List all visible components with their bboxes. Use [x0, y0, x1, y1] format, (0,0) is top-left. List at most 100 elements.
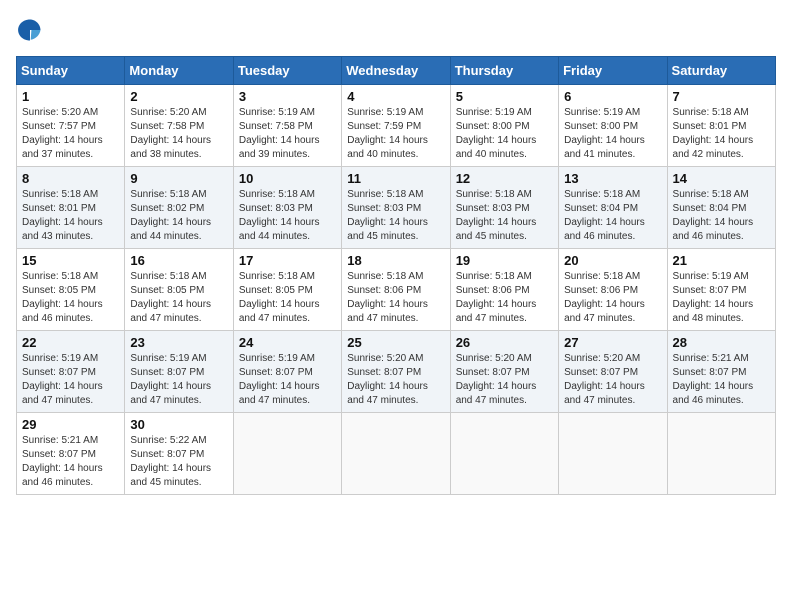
calendar-cell: 15 Sunrise: 5:18 AMSunset: 8:05 PMDaylig…	[17, 249, 125, 331]
calendar-cell: 18 Sunrise: 5:18 AMSunset: 8:06 PMDaylig…	[342, 249, 450, 331]
calendar-cell	[559, 413, 667, 495]
calendar-cell	[450, 413, 558, 495]
day-number: 12	[456, 171, 553, 186]
calendar-cell: 24 Sunrise: 5:19 AMSunset: 8:07 PMDaylig…	[233, 331, 341, 413]
day-number: 30	[130, 417, 227, 432]
day-number: 19	[456, 253, 553, 268]
calendar-cell: 9 Sunrise: 5:18 AMSunset: 8:02 PMDayligh…	[125, 167, 233, 249]
day-number: 10	[239, 171, 336, 186]
day-number: 28	[673, 335, 770, 350]
day-info: Sunrise: 5:22 AMSunset: 8:07 PMDaylight:…	[130, 434, 227, 490]
calendar-cell: 30 Sunrise: 5:22 AMSunset: 8:07 PMDaylig…	[125, 413, 233, 495]
day-info: Sunrise: 5:18 AMSunset: 8:03 PMDaylight:…	[347, 188, 444, 244]
calendar-cell: 19 Sunrise: 5:18 AMSunset: 8:06 PMDaylig…	[450, 249, 558, 331]
day-info: Sunrise: 5:19 AMSunset: 8:07 PMDaylight:…	[130, 352, 227, 408]
day-info: Sunrise: 5:18 AMSunset: 8:06 PMDaylight:…	[564, 270, 661, 326]
calendar-cell: 17 Sunrise: 5:18 AMSunset: 8:05 PMDaylig…	[233, 249, 341, 331]
day-number: 25	[347, 335, 444, 350]
week-row-1: 1 Sunrise: 5:20 AMSunset: 7:57 PMDayligh…	[17, 85, 776, 167]
calendar-cell: 11 Sunrise: 5:18 AMSunset: 8:03 PMDaylig…	[342, 167, 450, 249]
day-info: Sunrise: 5:18 AMSunset: 8:01 PMDaylight:…	[22, 188, 119, 244]
day-number: 11	[347, 171, 444, 186]
day-info: Sunrise: 5:21 AMSunset: 8:07 PMDaylight:…	[673, 352, 770, 408]
calendar-cell: 8 Sunrise: 5:18 AMSunset: 8:01 PMDayligh…	[17, 167, 125, 249]
day-info: Sunrise: 5:20 AMSunset: 7:58 PMDaylight:…	[130, 106, 227, 162]
day-info: Sunrise: 5:20 AMSunset: 8:07 PMDaylight:…	[564, 352, 661, 408]
day-info: Sunrise: 5:20 AMSunset: 8:07 PMDaylight:…	[347, 352, 444, 408]
day-number: 8	[22, 171, 119, 186]
day-number: 22	[22, 335, 119, 350]
calendar-cell: 1 Sunrise: 5:20 AMSunset: 7:57 PMDayligh…	[17, 85, 125, 167]
week-row-5: 29 Sunrise: 5:21 AMSunset: 8:07 PMDaylig…	[17, 413, 776, 495]
day-number: 21	[673, 253, 770, 268]
weekday-header-row: SundayMondayTuesdayWednesdayThursdayFrid…	[17, 57, 776, 85]
day-info: Sunrise: 5:18 AMSunset: 8:04 PMDaylight:…	[564, 188, 661, 244]
day-number: 17	[239, 253, 336, 268]
day-info: Sunrise: 5:18 AMSunset: 8:01 PMDaylight:…	[673, 106, 770, 162]
day-number: 18	[347, 253, 444, 268]
day-info: Sunrise: 5:18 AMSunset: 8:03 PMDaylight:…	[239, 188, 336, 244]
day-info: Sunrise: 5:18 AMSunset: 8:06 PMDaylight:…	[456, 270, 553, 326]
day-info: Sunrise: 5:20 AMSunset: 8:07 PMDaylight:…	[456, 352, 553, 408]
day-info: Sunrise: 5:18 AMSunset: 8:06 PMDaylight:…	[347, 270, 444, 326]
week-row-4: 22 Sunrise: 5:19 AMSunset: 8:07 PMDaylig…	[17, 331, 776, 413]
day-number: 20	[564, 253, 661, 268]
day-info: Sunrise: 5:18 AMSunset: 8:05 PMDaylight:…	[130, 270, 227, 326]
day-info: Sunrise: 5:19 AMSunset: 8:00 PMDaylight:…	[456, 106, 553, 162]
calendar-cell: 12 Sunrise: 5:18 AMSunset: 8:03 PMDaylig…	[450, 167, 558, 249]
day-number: 1	[22, 89, 119, 104]
day-info: Sunrise: 5:19 AMSunset: 8:07 PMDaylight:…	[239, 352, 336, 408]
weekday-header-tuesday: Tuesday	[233, 57, 341, 85]
calendar-cell: 10 Sunrise: 5:18 AMSunset: 8:03 PMDaylig…	[233, 167, 341, 249]
weekday-header-thursday: Thursday	[450, 57, 558, 85]
logo-icon	[16, 16, 44, 44]
day-number: 9	[130, 171, 227, 186]
day-info: Sunrise: 5:18 AMSunset: 8:04 PMDaylight:…	[673, 188, 770, 244]
calendar-cell: 14 Sunrise: 5:18 AMSunset: 8:04 PMDaylig…	[667, 167, 775, 249]
weekday-header-friday: Friday	[559, 57, 667, 85]
calendar-cell: 23 Sunrise: 5:19 AMSunset: 8:07 PMDaylig…	[125, 331, 233, 413]
page-header	[16, 16, 776, 44]
day-number: 14	[673, 171, 770, 186]
calendar-cell: 22 Sunrise: 5:19 AMSunset: 8:07 PMDaylig…	[17, 331, 125, 413]
day-info: Sunrise: 5:21 AMSunset: 8:07 PMDaylight:…	[22, 434, 119, 490]
day-number: 5	[456, 89, 553, 104]
day-info: Sunrise: 5:19 AMSunset: 7:59 PMDaylight:…	[347, 106, 444, 162]
calendar-cell: 3 Sunrise: 5:19 AMSunset: 7:58 PMDayligh…	[233, 85, 341, 167]
calendar-cell	[667, 413, 775, 495]
day-number: 24	[239, 335, 336, 350]
calendar-cell: 4 Sunrise: 5:19 AMSunset: 7:59 PMDayligh…	[342, 85, 450, 167]
day-number: 16	[130, 253, 227, 268]
calendar-cell: 27 Sunrise: 5:20 AMSunset: 8:07 PMDaylig…	[559, 331, 667, 413]
calendar-table: SundayMondayTuesdayWednesdayThursdayFrid…	[16, 56, 776, 495]
logo	[16, 16, 48, 44]
calendar-cell: 29 Sunrise: 5:21 AMSunset: 8:07 PMDaylig…	[17, 413, 125, 495]
day-number: 15	[22, 253, 119, 268]
weekday-header-monday: Monday	[125, 57, 233, 85]
day-number: 6	[564, 89, 661, 104]
day-info: Sunrise: 5:18 AMSunset: 8:05 PMDaylight:…	[22, 270, 119, 326]
day-info: Sunrise: 5:19 AMSunset: 8:07 PMDaylight:…	[22, 352, 119, 408]
day-info: Sunrise: 5:18 AMSunset: 8:02 PMDaylight:…	[130, 188, 227, 244]
week-row-2: 8 Sunrise: 5:18 AMSunset: 8:01 PMDayligh…	[17, 167, 776, 249]
day-info: Sunrise: 5:19 AMSunset: 8:07 PMDaylight:…	[673, 270, 770, 326]
day-info: Sunrise: 5:19 AMSunset: 7:58 PMDaylight:…	[239, 106, 336, 162]
day-info: Sunrise: 5:18 AMSunset: 8:05 PMDaylight:…	[239, 270, 336, 326]
day-number: 23	[130, 335, 227, 350]
calendar-cell: 6 Sunrise: 5:19 AMSunset: 8:00 PMDayligh…	[559, 85, 667, 167]
day-number: 27	[564, 335, 661, 350]
day-number: 4	[347, 89, 444, 104]
weekday-header-sunday: Sunday	[17, 57, 125, 85]
calendar-cell: 20 Sunrise: 5:18 AMSunset: 8:06 PMDaylig…	[559, 249, 667, 331]
calendar-cell: 7 Sunrise: 5:18 AMSunset: 8:01 PMDayligh…	[667, 85, 775, 167]
day-number: 7	[673, 89, 770, 104]
week-row-3: 15 Sunrise: 5:18 AMSunset: 8:05 PMDaylig…	[17, 249, 776, 331]
day-number: 2	[130, 89, 227, 104]
day-number: 29	[22, 417, 119, 432]
calendar-cell	[342, 413, 450, 495]
day-number: 26	[456, 335, 553, 350]
calendar-cell: 28 Sunrise: 5:21 AMSunset: 8:07 PMDaylig…	[667, 331, 775, 413]
day-info: Sunrise: 5:18 AMSunset: 8:03 PMDaylight:…	[456, 188, 553, 244]
calendar-cell: 5 Sunrise: 5:19 AMSunset: 8:00 PMDayligh…	[450, 85, 558, 167]
weekday-header-saturday: Saturday	[667, 57, 775, 85]
